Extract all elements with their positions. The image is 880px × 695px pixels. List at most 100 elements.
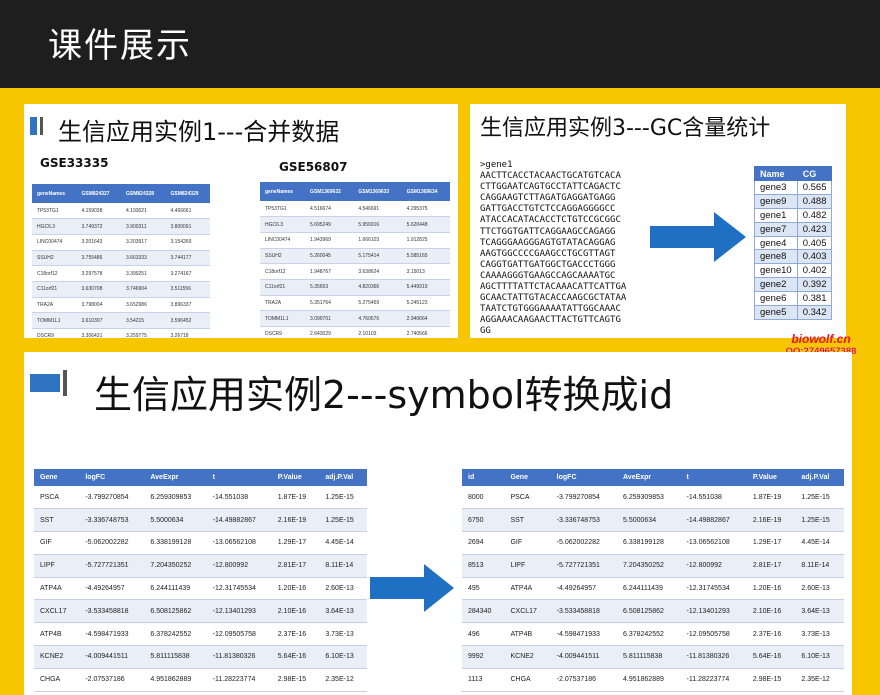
column-header: adj.P.Val bbox=[795, 469, 844, 486]
table-cell: gene4 bbox=[754, 235, 798, 251]
table-cell: -4.009441511 bbox=[79, 645, 145, 669]
fasta-line: AGCTTTTATTCTACAAACATTCATTGA bbox=[480, 282, 627, 293]
table-cell: 6.10E-13 bbox=[795, 645, 844, 669]
table-cell: gene10 bbox=[754, 263, 798, 279]
table-cell: 495 bbox=[462, 577, 505, 601]
column-header: AveExpr bbox=[617, 469, 681, 486]
table-row: ATP4A -4.49264957 6.244111439 -12.31745534 1… bbox=[34, 577, 367, 601]
table-cell: -2.07537186 bbox=[79, 668, 145, 692]
table-cell: LIPF bbox=[504, 554, 551, 578]
table-row: TP53TG1 4.516674 4.546691 4.295375 bbox=[260, 201, 450, 218]
table-cell: -4.49264957 bbox=[79, 577, 145, 601]
table-row: gene5 0.342 bbox=[754, 305, 833, 320]
table-row: gene7 0.423 bbox=[754, 221, 833, 237]
table-cell: 3.744177 bbox=[165, 250, 210, 267]
dataset-label-right: GSE56807 bbox=[279, 160, 348, 174]
column-header: GSM824329 bbox=[165, 184, 210, 203]
table-cell: -13.06562108 bbox=[206, 531, 272, 555]
fasta-line: AGGAAACAAGAACTTACTGTTCAGTG bbox=[480, 315, 621, 326]
table-cell: 4.516674 bbox=[305, 201, 354, 218]
table-cell: 7.204350252 bbox=[144, 554, 207, 578]
gc-result-table: Name CG gene3 0.565 gene9 0.488 gene1 0.482 gen… bbox=[754, 166, 833, 320]
table-cell: 3.630708 bbox=[76, 281, 121, 298]
table-cell: 2.16E-19 bbox=[746, 508, 796, 533]
table-cell: CHGA bbox=[34, 668, 80, 692]
table-cell: -12.31745534 bbox=[680, 577, 747, 601]
table-row: 8513 LIPF -5.727721351 7.204350252 -12.80099… bbox=[462, 554, 844, 578]
column-header: adj.P.Val bbox=[319, 469, 367, 486]
table-cell: -3.533458818 bbox=[79, 599, 145, 624]
table-cell: 5.64E-16 bbox=[746, 645, 796, 669]
table-cell: 3.596452 bbox=[165, 312, 210, 329]
table-cell: 5.956916 bbox=[353, 216, 402, 233]
table-cell: -3.336748753 bbox=[550, 508, 617, 533]
table-row: GIF -5.062002282 6.338199128 -13.06562108 1.… bbox=[34, 531, 367, 555]
table-cell: C18orf12 bbox=[260, 263, 306, 280]
table-row: C18orf12 1.948767 3.638624 3.15013 bbox=[260, 263, 450, 280]
table-cell: gene6 bbox=[754, 291, 798, 307]
table-cell: -12.13401293 bbox=[680, 599, 747, 624]
table-cell: 2.98E-15 bbox=[271, 668, 320, 692]
table-header-row: Gene logFC AveExpr t P.Value adj.P.Val bbox=[34, 469, 367, 486]
id-table: id Gene logFC AveExpr t P.Value adj.P.Val 8000… bbox=[462, 469, 844, 692]
column-header: GSM1369634 bbox=[401, 182, 450, 201]
column-header: Name bbox=[754, 166, 798, 181]
table-cell: SSUH2 bbox=[260, 248, 306, 265]
table-cell: 4.45E-14 bbox=[795, 531, 844, 555]
table-cell: 3.64E-13 bbox=[795, 599, 844, 624]
table-row: gene4 0.405 bbox=[754, 235, 833, 251]
table-cell: -2.07537186 bbox=[550, 668, 617, 692]
table-row: C11orf21 5.35653 4.820366 5.449919 bbox=[260, 279, 450, 296]
table-cell: TP53TG1 bbox=[260, 201, 306, 218]
table-cell: gene5 bbox=[754, 305, 798, 320]
panel-title: 生信应用实例2---symbol转换成id bbox=[94, 373, 674, 417]
table-row: 495 ATP4A -4.49264957 6.244111439 -12.317455… bbox=[462, 577, 844, 601]
table-cell: 0.402 bbox=[796, 263, 833, 279]
table-cell: 1.20E-16 bbox=[271, 577, 320, 601]
table-row: TRA2A 3.798004 3.652986 3.896337 bbox=[32, 297, 210, 314]
table-cell: 8.11E-14 bbox=[319, 554, 367, 578]
table-cell: gene8 bbox=[754, 249, 798, 265]
table-cell: -12.800992 bbox=[206, 554, 272, 578]
table-cell: -12.09505758 bbox=[206, 622, 272, 647]
table-cell: 3.800091 bbox=[165, 218, 210, 235]
table-cell: 4.760676 bbox=[353, 310, 402, 327]
column-header: GSM824327 bbox=[76, 184, 121, 203]
table-cell: 5.35653 bbox=[305, 279, 354, 296]
table-cell: 1.87E-19 bbox=[271, 486, 320, 510]
table-cell: 0.381 bbox=[796, 291, 833, 307]
table-cell: HGC6.3 bbox=[32, 218, 77, 235]
table-row: C18orf12 3.297578 3.399251 3.274167 bbox=[32, 265, 210, 282]
column-header: geneNames bbox=[260, 182, 306, 201]
table-cell: 6.508125862 bbox=[144, 599, 207, 624]
table-cell: -4.49264957 bbox=[550, 577, 617, 601]
table-cell: -11.81380326 bbox=[206, 645, 272, 669]
table-cell: SST bbox=[34, 508, 80, 533]
table-row: gene3 0.565 bbox=[754, 180, 833, 195]
table-row: SSUH2 3.755486 3.663333 3.744177 bbox=[32, 250, 210, 267]
table-row: CXCL17 -3.533458818 6.508125862 -12.1340129… bbox=[34, 599, 367, 624]
table-cell: 2.16E-19 bbox=[271, 508, 320, 533]
table-row: 2694 GIF -5.062002282 6.338199128 -13.065621… bbox=[462, 531, 844, 555]
table-cell: 3.798004 bbox=[76, 297, 121, 314]
table-cell: 2.940664 bbox=[401, 310, 450, 327]
table-cell: 5.175414 bbox=[353, 248, 402, 265]
table-cell: 2.37E-16 bbox=[271, 622, 320, 647]
table-row: DSCR9 2.643029 2.10103 2.740566 bbox=[260, 326, 450, 338]
table-row: gene8 0.403 bbox=[754, 249, 833, 265]
column-header: Gene bbox=[504, 469, 551, 486]
table-cell: 1.25E-15 bbox=[795, 508, 844, 533]
table-cell: 4.45E-14 bbox=[319, 531, 367, 555]
table-cell: 3.26718 bbox=[165, 328, 210, 338]
symbol-table: Gene logFC AveExpr t P.Value adj.P.Val PSCA -3… bbox=[34, 469, 367, 692]
table-cell: 3.749372 bbox=[76, 218, 121, 235]
table-row: KCNE2 -4.009441511 5.811115838 -11.81380326… bbox=[34, 645, 367, 669]
table-cell: -5.727721351 bbox=[550, 554, 617, 578]
table-row: HGC6.3 3.749372 3.900311 3.800091 bbox=[32, 218, 210, 235]
table-cell: 6.10E-13 bbox=[319, 645, 367, 669]
column-header: logFC bbox=[550, 469, 617, 486]
table-row: HGC6.3 5.695249 5.956916 5.620448 bbox=[260, 216, 450, 233]
fasta-line: GG bbox=[480, 326, 491, 337]
header-bar: 课件展示 bbox=[0, 0, 880, 88]
table-cell: gene9 bbox=[754, 193, 798, 209]
